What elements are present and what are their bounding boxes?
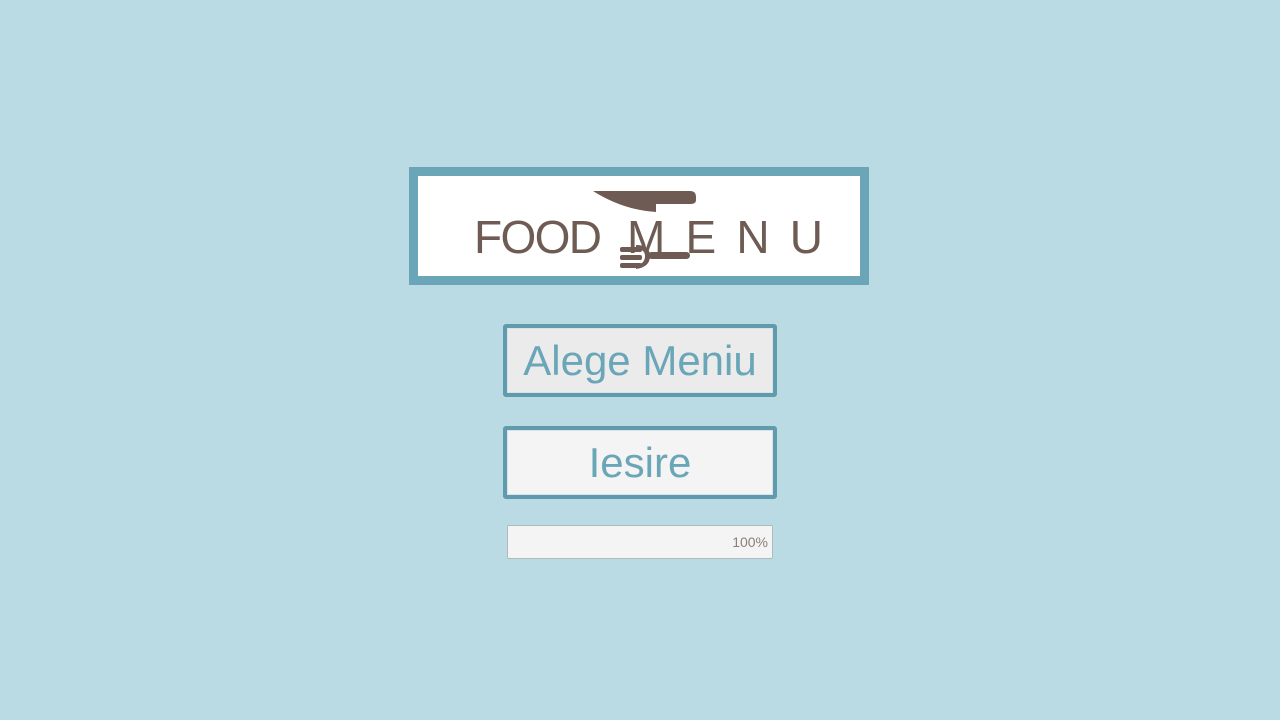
progress-label: 100% [732,534,768,550]
loading-progress-bar: 100% [507,525,773,559]
exit-button[interactable]: Iesire [503,426,777,499]
food-menu-logo: FOOD MENU [474,191,823,269]
choose-menu-button[interactable]: Alege Meniu [503,324,777,397]
logo: FOOD MENU [409,167,869,285]
main-menu-screen: FOOD MENU Alege Meniu Iesire 100% [0,0,1280,720]
logo-text-food: FOOD [474,211,602,263]
